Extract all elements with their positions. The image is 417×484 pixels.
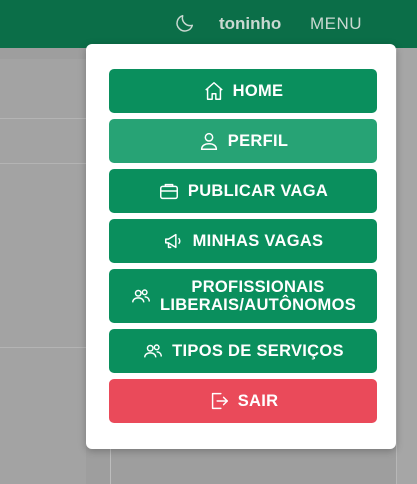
users-icon	[131, 289, 150, 303]
tipos-de-servicos-label: TIPOS DE SERVIÇOS	[172, 341, 344, 360]
background-divider	[0, 347, 86, 348]
background-divider	[110, 449, 111, 484]
profissionais-liberais-button[interactable]: PROFISSIONAIS LIBERAIS/AUTÔNOMOS	[109, 269, 377, 323]
user-icon	[200, 132, 217, 150]
profissionais-liberais-label: PROFISSIONAIS LIBERAIS/AUTÔNOMOS	[160, 278, 356, 314]
home-button-label: HOME	[232, 81, 284, 100]
logout-icon	[211, 392, 228, 410]
profissionais-liberais-line2: LIBERAIS/AUTÔNOMOS	[159, 296, 357, 314]
sair-button-label: SAIR	[237, 391, 279, 410]
publicar-vaga-button[interactable]: PUBLICAR VAGA	[109, 169, 377, 213]
background-divider	[396, 48, 397, 484]
publicar-vaga-label: PUBLICAR VAGA	[187, 181, 329, 200]
home-button[interactable]: HOME	[109, 69, 377, 113]
briefcase-icon	[159, 183, 178, 200]
minhas-vagas-label: MINHAS VAGAS	[192, 231, 324, 250]
minhas-vagas-button[interactable]: MINHAS VAGAS	[109, 219, 377, 263]
menu-toggle-button[interactable]: MENU	[310, 14, 362, 34]
top-navbar: toninho MENU	[0, 0, 417, 48]
sair-button[interactable]: SAIR	[109, 379, 377, 423]
background-column	[396, 48, 417, 484]
megaphone-icon	[164, 233, 181, 249]
navigation-dropdown: HOME PERFIL PUBLICAR VAGA MINHAS VAGAS P…	[86, 44, 396, 449]
username-label[interactable]: toninho	[219, 14, 281, 34]
perfil-button[interactable]: PERFIL	[109, 119, 377, 163]
background-panel	[0, 59, 86, 484]
background-divider	[0, 118, 86, 119]
background-divider	[0, 163, 86, 164]
perfil-button-label: PERFIL	[227, 131, 289, 150]
home-icon	[204, 82, 223, 100]
profissionais-liberais-line1: PROFISSIONAIS	[191, 278, 325, 296]
tipos-de-servicos-button[interactable]: TIPOS DE SERVIÇOS	[109, 329, 377, 373]
moon-icon[interactable]	[174, 12, 196, 34]
users-icon	[144, 344, 163, 358]
